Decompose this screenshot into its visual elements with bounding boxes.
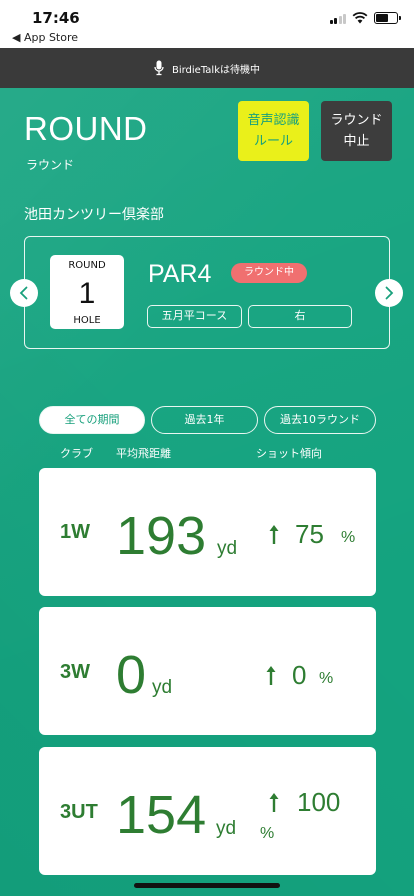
club-name: 1W	[60, 521, 90, 543]
tab-all-periods[interactable]: 全ての期間	[39, 406, 145, 434]
hole-number: 1	[78, 277, 96, 310]
shot-trend-unit: %	[341, 529, 356, 546]
club-name: 3UT	[60, 801, 98, 823]
hole-number-box: ROUND 1 HOLE	[50, 255, 124, 329]
voice-rule-label-2: ルール	[253, 134, 293, 149]
course-name: 池田カンツリー倶楽部	[24, 207, 164, 223]
hole-round-label: ROUND	[68, 260, 106, 271]
column-header-distance: 平均飛距離	[116, 447, 171, 460]
voice-status-label: BirdieTalkは待機中	[171, 64, 260, 76]
stop-round-label-1: ラウンド	[330, 113, 383, 128]
page-subtitle: ラウンド	[26, 158, 75, 172]
club-card-1w[interactable]: 1W 193 yd 75 %	[39, 468, 376, 596]
arrow-up-icon	[266, 666, 276, 685]
club-card-3w[interactable]: 3W 0 yd 0 %	[39, 607, 376, 735]
club-distance-unit: yd	[216, 818, 237, 839]
course-tag: 五月平コース	[147, 305, 242, 328]
status-icons	[329, 12, 401, 24]
signal-icon	[329, 12, 346, 24]
side-tag: 右	[248, 305, 352, 328]
column-header-trend: ショット傾向	[256, 447, 322, 460]
voice-rule-button[interactable]: 音声認識 ルール	[238, 101, 309, 161]
voice-rule-label-1: 音声認識	[247, 113, 300, 128]
chevron-right-icon	[385, 286, 394, 300]
club-distance-unit: yd	[152, 677, 173, 698]
club-distance: 154	[116, 785, 207, 845]
wifi-icon	[352, 12, 368, 24]
column-header-club: クラブ	[60, 447, 93, 460]
club-card-3ut[interactable]: 3UT 154 yd 100 %	[39, 747, 376, 875]
previous-hole-button[interactable]	[10, 279, 38, 307]
stop-round-button[interactable]: ラウンド 中止	[321, 101, 392, 161]
stop-round-label-2: 中止	[343, 134, 370, 149]
status-badge: ラウンド中	[231, 263, 307, 283]
page-title: ROUND	[24, 110, 148, 147]
arrow-up-icon	[269, 525, 279, 544]
status-bar: 17:46 ◀ App Store	[0, 0, 414, 48]
club-name: 3W	[60, 661, 90, 683]
shot-trend-unit: %	[260, 825, 275, 842]
par-label: PAR4	[148, 260, 212, 288]
club-distance-unit: yd	[217, 538, 238, 559]
next-hole-button[interactable]	[375, 279, 403, 307]
battery-icon	[374, 12, 401, 24]
club-distance: 193	[116, 506, 207, 566]
arrow-up-icon	[269, 793, 279, 812]
shot-trend-value: 0	[292, 660, 307, 690]
shot-trend-value: 100	[297, 787, 341, 817]
status-time: 17:46	[32, 9, 80, 27]
shot-trend-value: 75	[295, 519, 324, 549]
chevron-left-icon	[19, 286, 28, 300]
hole-label: HOLE	[73, 315, 101, 326]
home-indicator[interactable]	[134, 883, 280, 888]
tab-past-10-rounds[interactable]: 過去10ラウンド	[264, 406, 376, 434]
shot-trend-unit: %	[319, 670, 334, 687]
back-to-app-store-link[interactable]: ◀ App Store	[12, 31, 78, 44]
tab-past-year[interactable]: 過去1年	[151, 406, 258, 434]
microphone-icon	[154, 60, 164, 76]
club-distance: 0	[116, 645, 147, 705]
voice-status-bar[interactable]: BirdieTalkは待機中	[0, 48, 414, 88]
